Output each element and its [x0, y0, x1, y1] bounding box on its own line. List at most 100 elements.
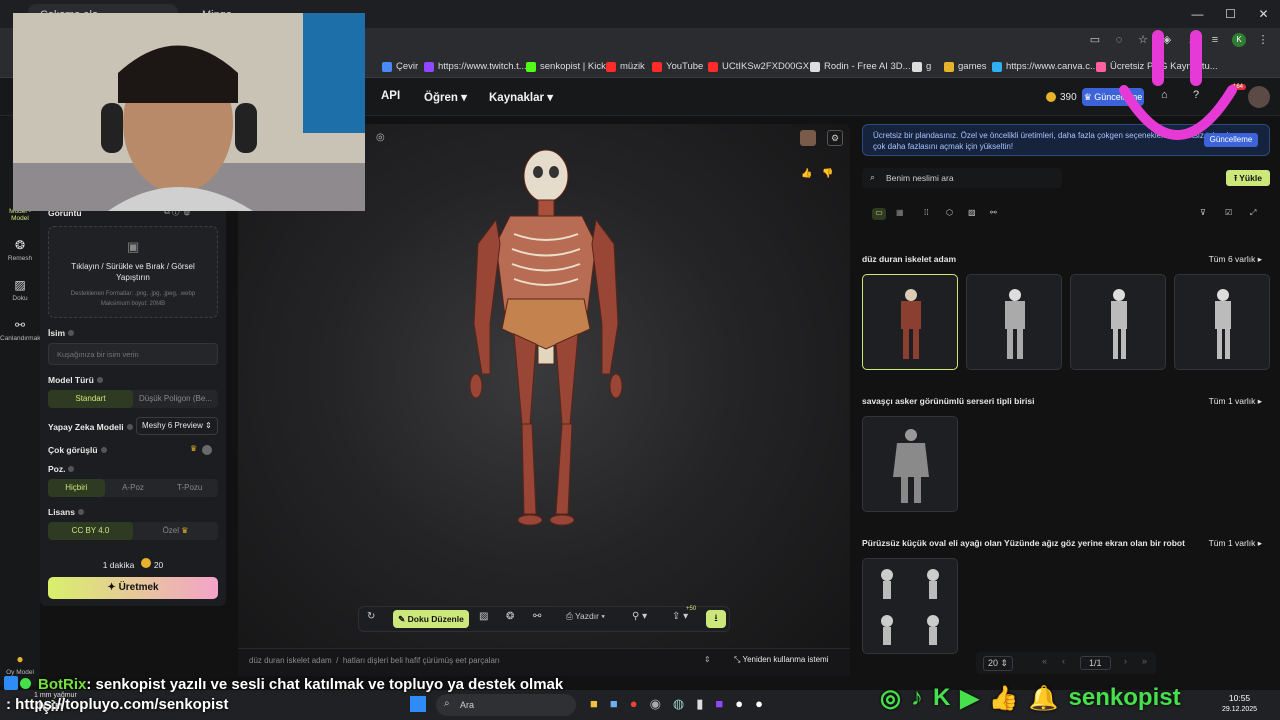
view-all-link[interactable]: Tüm 6 varlık ▸ [1200, 254, 1262, 265]
rail-item-animate[interactable]: ⚯ Canlandırmak [0, 318, 40, 342]
pose-t[interactable]: T-Pozu [161, 479, 218, 497]
asset-thumbnail[interactable] [862, 274, 958, 370]
license-ccby[interactable]: CC BY 4.0 [48, 522, 133, 540]
page-indicator[interactable]: 1/1 [1080, 656, 1111, 670]
bookmark-g[interactable]: g [912, 61, 931, 72]
cube-filter-icon[interactable]: ⬡ [946, 208, 953, 217]
nav-learn[interactable]: Öğren ▾ [424, 90, 467, 104]
grid-small-icon[interactable]: ▦ [896, 208, 904, 217]
model-type-lowpoly[interactable]: Düşük Poligon (Be... [133, 390, 218, 408]
maximize-button[interactable]: ☐ [1214, 0, 1247, 28]
thumbs-up-icon[interactable]: 👍 [801, 168, 812, 179]
folder-view-icon[interactable]: ▭ [872, 208, 886, 220]
store-icon[interactable]: ■ [610, 696, 618, 712]
kebab-menu-icon[interactable]: ⋮ [1256, 33, 1270, 47]
remesh-icon[interactable]: ❂ [506, 611, 514, 622]
name-input[interactable] [48, 343, 218, 365]
view-settings-icon[interactable]: ⚙ [827, 130, 843, 146]
share-icon[interactable]: ⇪ ▾ [672, 611, 688, 622]
last-page-button[interactable]: » [1142, 656, 1147, 666]
bookmark-games[interactable]: games [944, 61, 987, 72]
view-all-link[interactable]: Tüm 1 varlık ▸ [1200, 396, 1262, 407]
animate-filter-icon[interactable]: ⚯ [990, 208, 997, 217]
cast-icon[interactable]: ▭ [1088, 33, 1102, 47]
bookmark-rodin[interactable]: Rodin - Free AI 3D... [810, 61, 911, 72]
chrome-icon[interactable]: ● [630, 696, 638, 712]
steam-icon[interactable]: ◍ [673, 696, 684, 712]
reuse-prompt-button[interactable]: ⤡ Yeniden kullanma istemi [734, 655, 828, 665]
bookmark-channel[interactable]: UCtIKSw2FXD00GX... [708, 61, 817, 72]
discord-icon[interactable]: ◉ [650, 696, 661, 712]
bookmark-canva[interactable]: https://www.canva.c... [992, 61, 1098, 72]
minimize-button[interactable]: — [1181, 0, 1214, 28]
system-clock[interactable]: 10:55 29.12.2025 [1222, 692, 1257, 716]
filter-icon[interactable]: ⊽ [1200, 208, 1206, 217]
breadcrumb-item[interactable]: hatları dişleri beli hafif çürümüş eet p… [343, 656, 500, 665]
upload-button[interactable]: ⭱ Yükle [1226, 170, 1270, 186]
breadcrumb-item[interactable]: düz duran iskelet adam [249, 656, 332, 665]
print-button[interactable]: ⎙ Yazdır ▾ [566, 611, 605, 622]
refresh-icon[interactable]: ↻ [367, 611, 375, 622]
model-type-standard[interactable]: Standart [48, 390, 133, 408]
texture-edit-button[interactable]: ✎ Doku Düzenle [393, 610, 469, 628]
bookmark-music[interactable]: müzik [606, 61, 645, 72]
nav-resources[interactable]: Kaynaklar ▾ [489, 90, 553, 104]
youtube-icon [708, 61, 718, 72]
kick-icon [526, 61, 536, 72]
search-icon: ⌕ [444, 698, 450, 709]
file-explorer-icon[interactable]: ■ [590, 696, 598, 712]
bookmark-youtube[interactable]: YouTube [652, 61, 703, 72]
prev-page-button[interactable]: ‹ [1062, 656, 1065, 666]
info-icon [68, 466, 75, 472]
image-dropzone[interactable]: ▣ Tıklayın / Sürükle ve Bırak / Görsel Y… [48, 226, 218, 318]
name-label-text: İsim [48, 328, 66, 338]
clock-time: 10:55 [1228, 693, 1251, 703]
pose-a[interactable]: A-Poz [105, 479, 162, 497]
nav-api[interactable]: API [381, 90, 400, 102]
texture-icon[interactable]: ▨ [479, 611, 488, 622]
rail-item-texture[interactable]: ▨ Doku [0, 278, 40, 302]
windows-start-icon[interactable] [410, 696, 426, 712]
expand-icon[interactable]: ⇕ [704, 655, 711, 664]
texture-filter-icon[interactable]: ▨ [968, 208, 976, 217]
asset-thumbnail[interactable] [862, 416, 958, 512]
thumbs-down-icon[interactable]: 👎 [822, 168, 833, 179]
page-size-select[interactable]: 20 ⇕ [983, 656, 1014, 671]
bookmark-translate[interactable]: Çevir [382, 61, 418, 72]
globe-icon[interactable]: ◎ [376, 132, 385, 143]
epic-icon[interactable]: ▮ [696, 696, 703, 712]
first-page-button[interactable]: « [1042, 656, 1047, 666]
select-icon[interactable]: ☑ [1225, 208, 1232, 217]
rail-item-vote[interactable]: ● Oy Model [0, 652, 40, 676]
chevron-down-icon: ▾ [547, 92, 553, 104]
bookmark-twitch[interactable]: https://www.twitch.t... [424, 61, 527, 72]
texture-preview-button[interactable] [800, 130, 816, 146]
close-window-button[interactable]: ✕ [1247, 0, 1280, 28]
grid-icon[interactable]: ⁞⁞ [924, 208, 928, 217]
ai-model-select[interactable]: Meshy 6 Preview ⇕ [136, 417, 218, 435]
view-all-label: Tüm 1 varlık [1208, 538, 1256, 548]
search-input[interactable]: Benim neslimi ara [862, 168, 1062, 188]
asset-thumbnail[interactable] [1070, 274, 1166, 370]
user-avatar[interactable] [1248, 86, 1270, 108]
taskbar-search[interactable]: Ara [436, 694, 576, 716]
bookmark-kick[interactable]: senkopist | Kick [526, 61, 606, 72]
rig-icon[interactable]: ⚯ [533, 611, 541, 622]
rail-item-remesh[interactable]: ❂ Remesh [0, 238, 40, 262]
multiview-toggle[interactable] [202, 445, 212, 455]
credits-display[interactable]: 390 [1040, 88, 1083, 106]
download-button[interactable]: ⭳ [706, 610, 726, 628]
unreal-icon[interactable]: ● [735, 696, 743, 712]
generate-button[interactable]: ✦ Üretmek [48, 577, 218, 599]
asset-thumbnail[interactable] [966, 274, 1062, 370]
pose-none[interactable]: Hiçbiri [48, 479, 105, 497]
pin-icon[interactable]: ⚲ ▾ [632, 611, 647, 622]
unreal-icon[interactable]: ● [755, 696, 763, 712]
view-all-link[interactable]: Tüm 1 varlık ▸ [1200, 538, 1262, 549]
twitch-icon[interactable]: ■ [715, 696, 723, 712]
license-private[interactable]: Özel ♛ [133, 522, 218, 540]
fullscreen-icon[interactable]: ⤢ [1250, 208, 1256, 218]
asset-thumbnail[interactable] [1174, 274, 1270, 370]
asset-thumbnail[interactable] [862, 558, 958, 654]
next-page-button[interactable]: › [1124, 656, 1127, 666]
